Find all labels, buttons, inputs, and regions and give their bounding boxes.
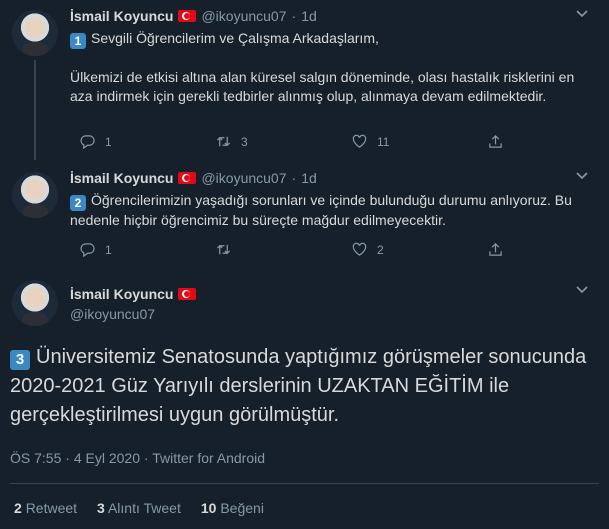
quote-tweets-stat[interactable]: 3 Alıntı Tweet — [97, 500, 181, 516]
share-icon — [489, 135, 502, 148]
avatar[interactable] — [12, 10, 58, 56]
thread-line — [34, 60, 36, 160]
retweet-count: 3 — [241, 134, 248, 149]
reply-count: 1 — [105, 242, 112, 257]
main-tweet-text: 3 Üniversitemiz Senatosunda yaptığımız gö… — [10, 343, 593, 430]
retweet-total: 2 — [14, 500, 22, 516]
tweet-time[interactable]: 1d — [301, 8, 317, 24]
like-icon — [352, 242, 367, 256]
avatar[interactable] — [12, 172, 58, 218]
tweet-1[interactable]: İsmail Koyuncu @ikoyuncu07 · 1d 1 Sevgili… — [0, 0, 609, 160]
author-name[interactable]: İsmail Koyuncu — [70, 286, 173, 302]
tweet-text: 1 Sevgili Öğrencilerim ve Çalışma Arkadaş… — [70, 29, 589, 106]
retweet-label: Retweet — [25, 500, 78, 516]
tweet-paragraph: Öğrencilerimizin yaşadığı sorunları ve i… — [70, 192, 572, 228]
author-handle[interactable]: @ikoyuncu07 — [70, 306, 155, 322]
tweet-meta: ÖS 7:55 · 4 Eyl 2020 · Twitter for Andro… — [10, 450, 265, 466]
quote-label: Alıntı Tweet — [107, 500, 181, 516]
turkey-flag-icon — [178, 172, 197, 184]
tweet-header: İsmail Koyuncu @ikoyuncu07 · 1d — [70, 8, 317, 24]
reply-button[interactable]: 1 — [80, 134, 216, 149]
turkey-flag-icon — [178, 10, 197, 22]
author-handle[interactable]: @ikoyuncu07 — [201, 170, 286, 186]
reply-button[interactable]: 1 — [80, 242, 216, 257]
reply-icon — [80, 243, 95, 257]
keycap-2-icon: 2 — [70, 195, 86, 211]
author-name[interactable]: İsmail Koyuncu — [70, 170, 173, 186]
retweet-button[interactable] — [216, 242, 352, 257]
tweet-text: 2 Öğrencilerimizin yaşadığı sorunları ve … — [70, 191, 589, 230]
tweet-header: İsmail Koyuncu @ikoyuncu07 · 1d — [70, 170, 317, 186]
like-label: Beğeni — [220, 500, 264, 516]
like-count: 11 — [377, 134, 390, 149]
share-button[interactable] — [488, 242, 609, 257]
keycap-1-icon: 1 — [70, 33, 86, 49]
share-button[interactable] — [488, 134, 609, 149]
avatar[interactable] — [12, 280, 58, 326]
tweet-paragraph: Ülkemizi de etkisi altına alan küresel s… — [70, 69, 575, 104]
like-button[interactable]: 2 — [352, 242, 488, 257]
tweet-timestamp[interactable]: ÖS 7:55 — [10, 450, 61, 466]
like-icon — [352, 134, 367, 148]
reply-count: 1 — [105, 134, 112, 149]
like-total: 10 — [200, 500, 217, 516]
chevron-down-icon[interactable] — [575, 168, 589, 185]
like-button[interactable]: 11 — [352, 134, 488, 149]
chevron-down-icon[interactable] — [575, 6, 589, 23]
main-tweet-body: Üniversitemiz Senatosunda yaptığımız gör… — [10, 346, 587, 426]
retweet-icon — [216, 244, 231, 255]
tweet-time[interactable]: 1d — [301, 170, 317, 186]
tweet-line: Sevgili Öğrencilerim ve Çalışma Arkadaşl… — [91, 30, 379, 46]
separator-dot: · — [291, 170, 297, 186]
tweet-actions: 1 2 — [80, 242, 609, 257]
reply-icon — [80, 135, 95, 149]
divider — [10, 483, 599, 484]
author-name[interactable]: İsmail Koyuncu — [70, 8, 173, 24]
separator-dot: · — [291, 8, 297, 24]
author-handle[interactable]: @ikoyuncu07 — [201, 8, 286, 24]
tweet-source[interactable]: Twitter for Android — [152, 450, 265, 466]
retweet-button[interactable]: 3 — [216, 134, 352, 149]
chevron-down-icon[interactable] — [575, 282, 589, 299]
tweet-actions: 1 3 11 — [80, 134, 609, 149]
tweet-2[interactable]: İsmail Koyuncu @ikoyuncu07 · 1d 2 Öğrenci… — [0, 162, 609, 266]
retweets-stat[interactable]: 2 Retweet — [14, 500, 77, 516]
retweet-icon — [216, 136, 231, 147]
main-tweet-header: İsmail Koyuncu — [70, 286, 197, 302]
likes-stat[interactable]: 10 Beğeni — [201, 500, 264, 516]
tweet-stats: 2 Retweet 3 Alıntı Tweet 10 Beğeni — [14, 500, 264, 516]
keycap-3-icon: 3 — [10, 350, 30, 370]
separator-dot: · — [65, 450, 70, 466]
like-count: 2 — [377, 242, 384, 257]
share-icon — [489, 243, 502, 256]
quote-total: 3 — [97, 500, 105, 516]
separator-dot: · — [143, 450, 149, 466]
tweet-date[interactable]: 4 Eyl 2020 — [74, 450, 140, 466]
turkey-flag-icon — [178, 288, 197, 300]
